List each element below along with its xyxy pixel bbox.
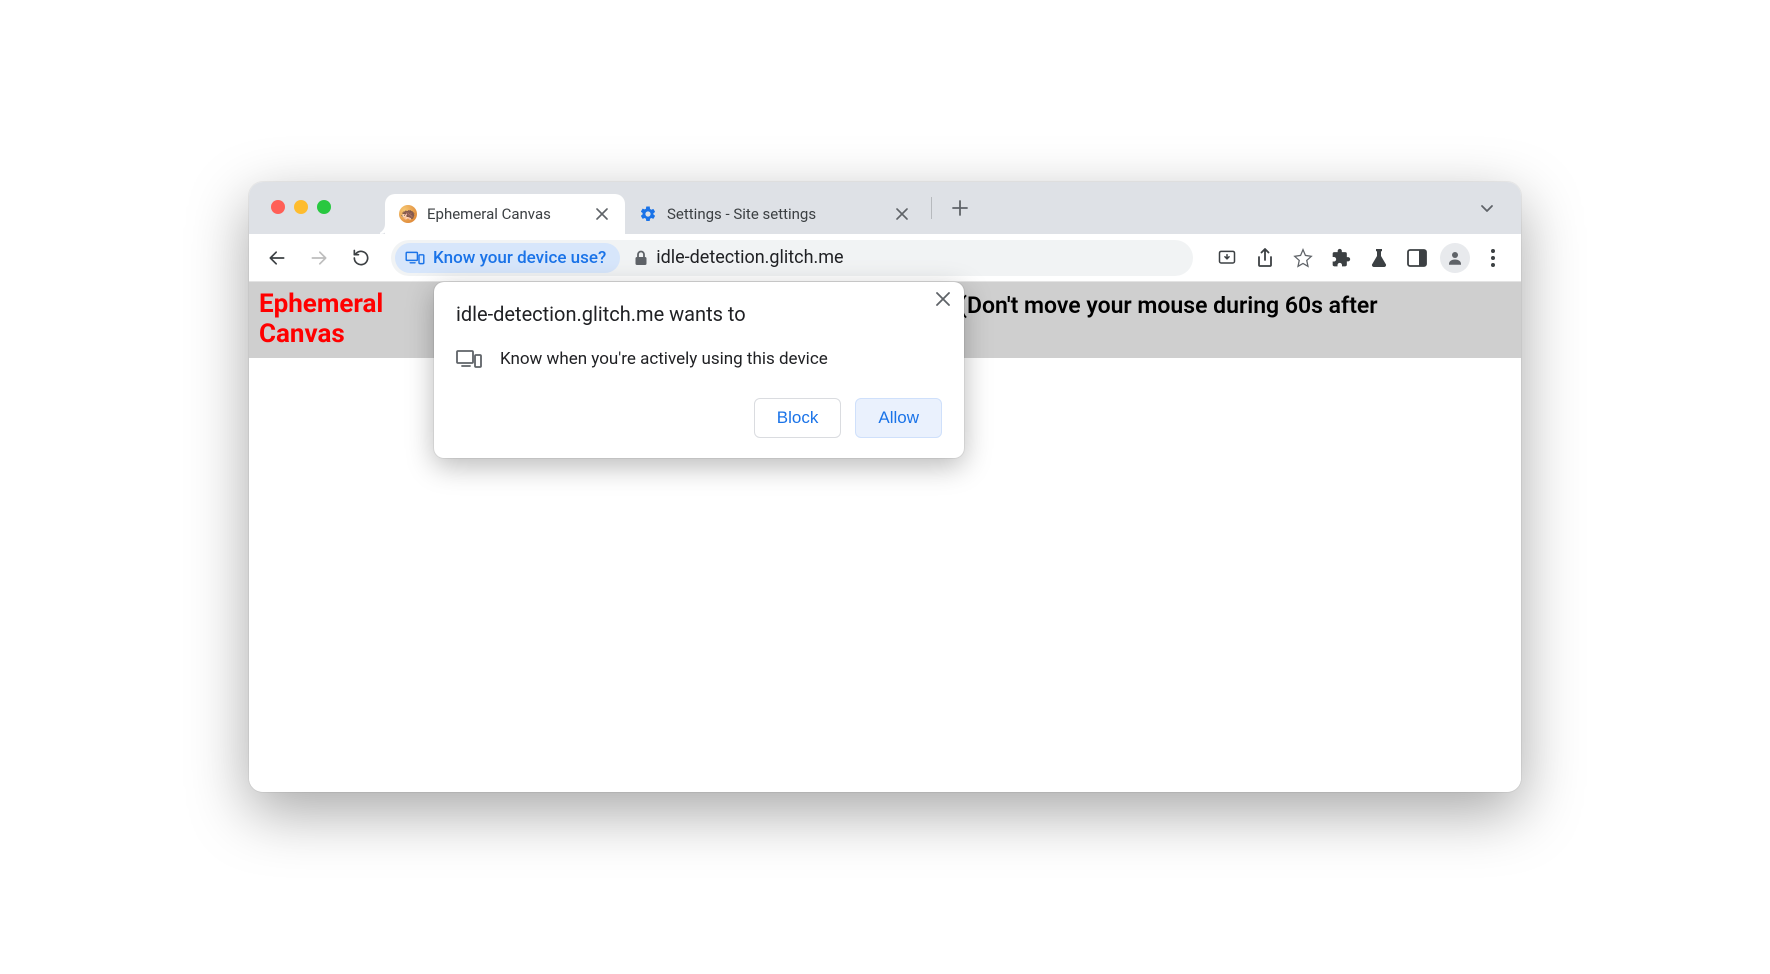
tab-search-button[interactable] [1479, 200, 1509, 216]
devices-icon [456, 348, 482, 370]
close-icon[interactable] [936, 292, 950, 306]
share-icon[interactable] [1247, 240, 1283, 276]
tab-close-button[interactable] [893, 205, 911, 223]
permission-chip[interactable]: Know your device use? [395, 243, 620, 273]
page-instruction-text: (Don't move your mouse during 60s after [959, 290, 1378, 319]
install-app-icon[interactable] [1209, 240, 1245, 276]
tab-title: Settings - Site settings [667, 205, 883, 223]
toolbar-actions [1209, 240, 1511, 276]
labs-flask-icon[interactable] [1361, 240, 1397, 276]
permission-title: idle-detection.glitch.me wants to [456, 302, 942, 326]
page-content: Ephemeral Canvas (Don't move your mouse … [249, 282, 1521, 792]
address-bar[interactable]: Know your device use? idle-detection.gli… [391, 240, 1193, 276]
forward-button[interactable] [301, 240, 337, 276]
window-close-button[interactable] [271, 200, 285, 214]
tabs-container: 🦔 Ephemeral Canvas Settings - Site setti… [347, 182, 1479, 234]
page-title: Ephemeral Canvas [259, 290, 409, 350]
favicon-icon: 🦔 [399, 205, 417, 223]
chip-label: Know your device use? [433, 248, 606, 268]
permission-item-text: Know when you're actively using this dev… [500, 349, 828, 369]
reload-button[interactable] [343, 240, 379, 276]
browser-window: 🦔 Ephemeral Canvas Settings - Site setti… [249, 182, 1521, 792]
tab-separator [931, 197, 932, 219]
tab-strip: 🦔 Ephemeral Canvas Settings - Site setti… [249, 182, 1521, 234]
permission-prompt: idle-detection.glitch.me wants to Know w… [434, 282, 964, 458]
window-zoom-button[interactable] [317, 200, 331, 214]
new-tab-button[interactable] [944, 192, 976, 224]
window-controls [249, 182, 347, 214]
tab-ephemeral-canvas[interactable]: 🦔 Ephemeral Canvas [385, 194, 625, 234]
allow-button[interactable]: Allow [855, 398, 942, 438]
tab-close-button[interactable] [593, 205, 611, 223]
menu-button[interactable] [1475, 240, 1511, 276]
bookmark-star-icon[interactable] [1285, 240, 1321, 276]
window-minimize-button[interactable] [294, 200, 308, 214]
tab-settings[interactable]: Settings - Site settings [625, 194, 925, 234]
tab-title: Ephemeral Canvas [427, 205, 583, 223]
lock-icon[interactable] [634, 250, 648, 266]
url-text: idle-detection.glitch.me [656, 247, 843, 268]
extensions-puzzle-icon[interactable] [1323, 240, 1359, 276]
settings-gear-icon [639, 205, 657, 223]
permission-actions: Block Allow [456, 398, 942, 438]
side-panel-icon[interactable] [1399, 240, 1435, 276]
block-button[interactable]: Block [754, 398, 842, 438]
profile-avatar[interactable] [1437, 240, 1473, 276]
toolbar: Know your device use? idle-detection.gli… [249, 234, 1521, 282]
back-button[interactable] [259, 240, 295, 276]
devices-icon [405, 250, 425, 266]
avatar-icon [1440, 243, 1470, 273]
permission-item: Know when you're actively using this dev… [456, 348, 942, 370]
